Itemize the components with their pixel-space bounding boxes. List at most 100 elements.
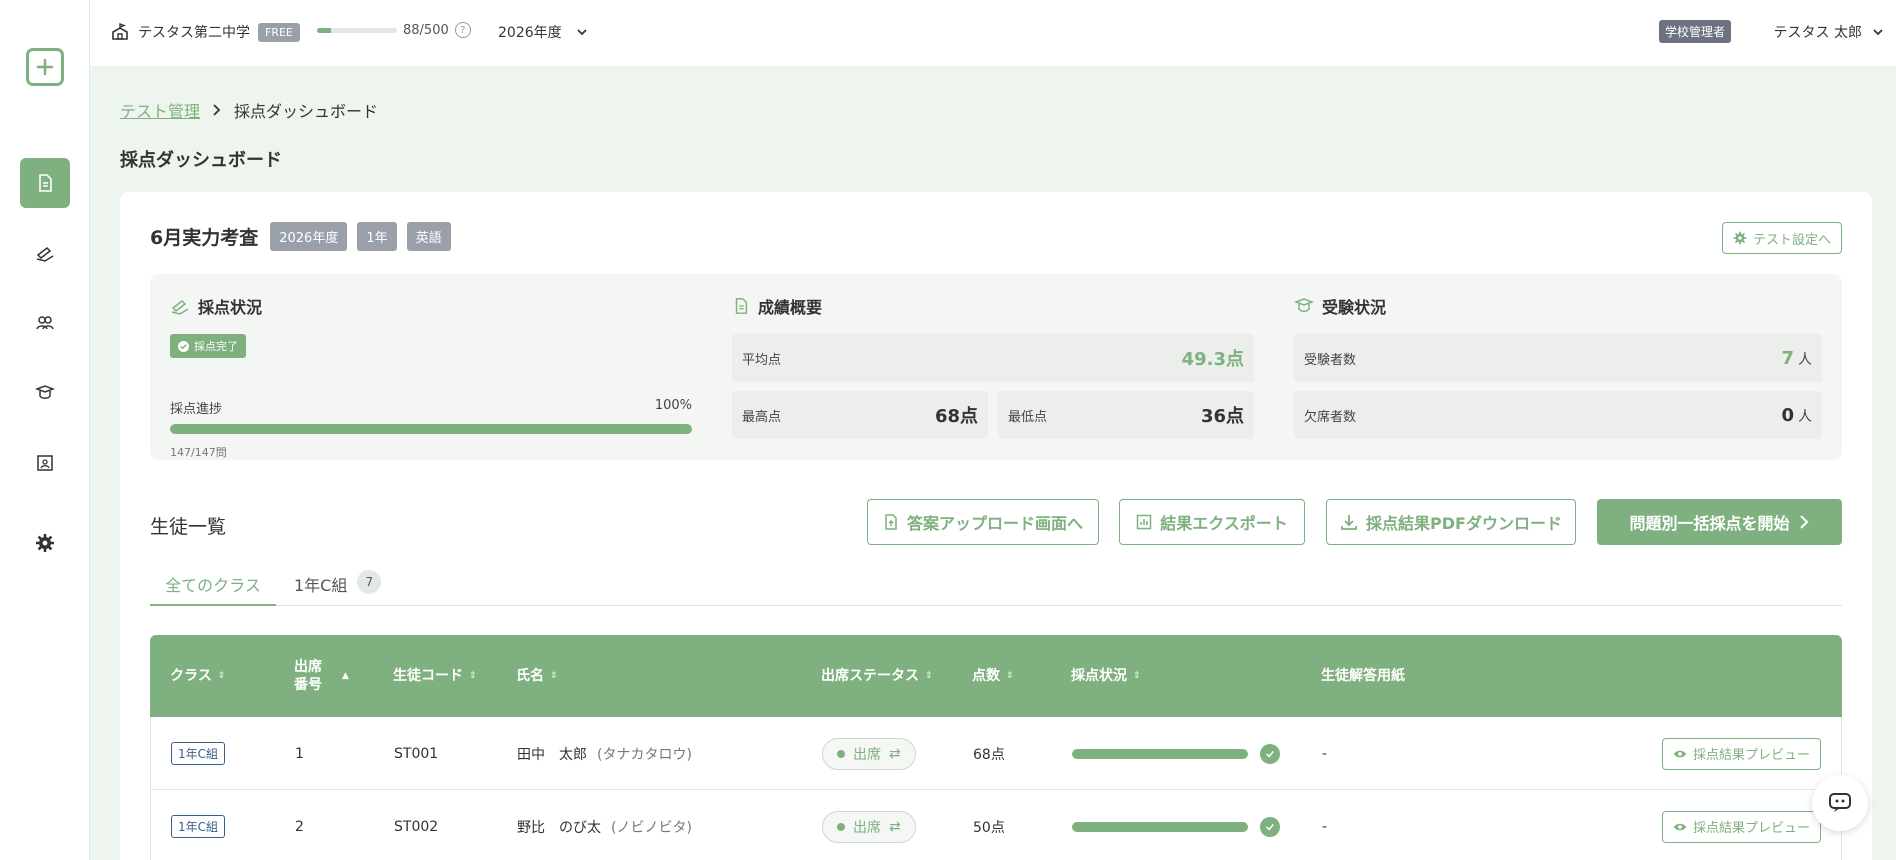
test-name: 6月実力考査 — [150, 227, 259, 249]
user-menu[interactable]: テスタス 太郎 — [1774, 20, 1884, 44]
start-bulk-grading-button[interactable]: 問題別一括採点を開始 — [1597, 499, 1842, 545]
chat-bot-icon — [1829, 793, 1851, 812]
score-value: 50点 — [973, 819, 1005, 836]
student-name-kana: (ノビノビタ) — [611, 819, 692, 836]
min-score: 最低点 36点 — [998, 391, 1254, 439]
max-score-label: 最高点 — [742, 409, 782, 425]
column-header-grading-label: 採点状況 — [1071, 668, 1127, 684]
result-preview-button[interactable]: 採点結果プレビュー — [1661, 810, 1821, 843]
tab-all-classes[interactable]: 全てのクラス — [150, 572, 276, 606]
page-title: 採点ダッシュボード — [120, 150, 282, 171]
help-icon[interactable]: ? — [454, 22, 471, 38]
chevron-down-icon — [1873, 29, 1883, 36]
answer-upload-button[interactable]: 答案アップロード画面へ — [867, 499, 1099, 545]
chat-support-button[interactable] — [1812, 775, 1868, 831]
test-header: 6月実力考査 2026年度 1年 英語 — [150, 222, 451, 251]
absent-count-value: 0人 — [1781, 405, 1812, 426]
sort-icon: ⇕ — [1006, 671, 1014, 681]
examinee-count-value: 7人 — [1781, 348, 1812, 369]
column-header-code[interactable]: 生徒コード ⇕ — [393, 635, 477, 717]
school-switcher[interactable]: テスタス第二中学 FREE — [110, 20, 300, 44]
year-select[interactable]: 2026年度 — [498, 20, 588, 44]
tag-subject: 英語 — [406, 222, 451, 251]
absent-count-unit: 人 — [1798, 408, 1812, 425]
min-score-label: 最低点 — [1008, 409, 1048, 425]
sidebar-item-exams[interactable] — [20, 368, 70, 418]
column-header-number-label: 出席 番号 — [294, 658, 322, 694]
pdf-download-button[interactable]: 採点結果PDFダウンロード — [1326, 499, 1576, 545]
table-row: 1年C組 1 ST001 田中 太郎 (タナカタロウ) 出席 ⇄ 68点 - 採点結… — [150, 717, 1842, 790]
column-header-answer-sheet: 生徒解答用紙 — [1321, 635, 1405, 717]
start-bulk-grading-label: 問題別一括採点を開始 — [1629, 514, 1790, 533]
grading-progress-bar — [1072, 821, 1248, 832]
tag-year: 2026年度 — [270, 222, 348, 251]
class-badge: 1年C組 — [171, 815, 226, 838]
tab-class-1c-label: 1年C組 — [294, 576, 348, 595]
column-header-attendance-label: 出席ステータス — [821, 668, 919, 684]
sidebar-item-classes[interactable] — [20, 438, 70, 488]
add-icon[interactable] — [26, 48, 64, 86]
chart-icon — [1136, 514, 1152, 530]
attendance-toggle[interactable]: 出席 ⇄ — [822, 810, 916, 843]
sort-icon: ⇕ — [550, 671, 558, 681]
result-preview-button[interactable]: 採点結果プレビュー — [1661, 737, 1821, 770]
absent-count: 欠席者数 0人 — [1294, 391, 1822, 439]
gear-icon — [36, 534, 54, 552]
chevron-right-icon — [213, 104, 221, 116]
result-preview-label: 採点結果プレビュー — [1692, 821, 1810, 836]
breadcrumb-link-tests[interactable]: テスト管理 — [120, 98, 200, 122]
student-name: 野比 のび太 (ノビノビタ) — [517, 790, 692, 860]
column-header-score-label: 点数 — [972, 668, 1000, 684]
grading-progress-bar — [1072, 748, 1248, 759]
average-score-label: 平均点 — [742, 352, 782, 368]
grading-progress-count: 147/147問 — [170, 446, 227, 459]
grading-progress-label: 採点進捗 — [170, 402, 223, 417]
student-list-title: 生徒一覧 — [150, 516, 227, 538]
test-settings-button[interactable]: テスト設定へ — [1721, 222, 1842, 254]
users-icon — [36, 316, 54, 330]
export-results-button[interactable]: 結果エクスポート — [1119, 499, 1305, 545]
sidebar-item-settings[interactable] — [20, 518, 70, 568]
exam-status-heading: 受験状況 — [1294, 294, 1822, 318]
attendance-status: 出席 — [853, 819, 881, 836]
class-badge: 1年C組 — [171, 742, 226, 765]
status-dot — [837, 822, 845, 831]
sidebar-item-grading[interactable] — [20, 228, 70, 278]
sort-icon: ⇕ — [1133, 671, 1141, 681]
column-header-number-line2: 番号 — [294, 677, 322, 693]
column-header-grading[interactable]: 採点状況 ⇕ — [1071, 635, 1141, 717]
tab-class-1c[interactable]: 1年C組 7 — [294, 570, 382, 606]
answer-sheet: - — [1322, 818, 1328, 835]
test-settings-label: テスト設定へ — [1752, 232, 1831, 248]
column-header-class[interactable]: クラス ⇕ — [170, 635, 225, 717]
check-circle-icon — [1260, 743, 1280, 764]
student-table: クラス ⇕ 出席 番号 ▲ 生徒コード ⇕ 氏名 ⇕ 出席ステータス ⇕ 点数 ⇕ 採点状況 ⇕… — [150, 635, 1842, 860]
grading-pen-icon — [171, 300, 189, 315]
swap-icon: ⇄ — [889, 818, 901, 835]
score-summary-title: 成績概要 — [758, 298, 823, 317]
examinee-count-label: 受験者数 — [1304, 352, 1357, 368]
column-header-name[interactable]: 氏名 ⇕ — [516, 635, 558, 717]
column-header-score[interactable]: 点数 ⇕ — [972, 635, 1014, 717]
grading-progress-percent: 100% — [654, 398, 692, 413]
answer-upload-label: 答案アップロード画面へ — [906, 514, 1083, 533]
sort-icon: ⇕ — [925, 671, 933, 681]
plan-badge: FREE — [258, 22, 300, 42]
sidebar-item-tests[interactable] — [20, 158, 70, 208]
grading-complete-badge: 採点完了 — [170, 334, 246, 358]
sort-asc-icon: ▲ — [342, 671, 349, 681]
column-header-number[interactable]: 出席 番号 ▲ — [294, 635, 349, 717]
stats-panel: 採点状況 採点完了 採点進捗 100% 147/147問 成績概要 平均点 49… — [150, 274, 1842, 460]
sidebar-item-students[interactable] — [20, 298, 70, 348]
sort-icon: ⇕ — [217, 671, 226, 681]
attendance-number: 2 — [295, 818, 304, 835]
column-header-attendance[interactable]: 出席ステータス ⇕ — [821, 635, 933, 717]
average-score-value: 49.3点 — [1181, 349, 1244, 370]
attendance-toggle[interactable]: 出席 ⇄ — [822, 737, 916, 770]
grading-status-title: 採点状況 — [198, 298, 263, 317]
student-name: 田中 太郎 (タナカタロウ) — [517, 717, 692, 790]
class-tabs: 全てのクラス 1年C組 7 — [150, 570, 1842, 606]
score-summary: 成績概要 平均点 49.3点 最高点 68点 最低点 36点 — [732, 294, 1254, 464]
check-circle-icon — [1260, 816, 1280, 837]
sidebar — [0, 0, 90, 860]
